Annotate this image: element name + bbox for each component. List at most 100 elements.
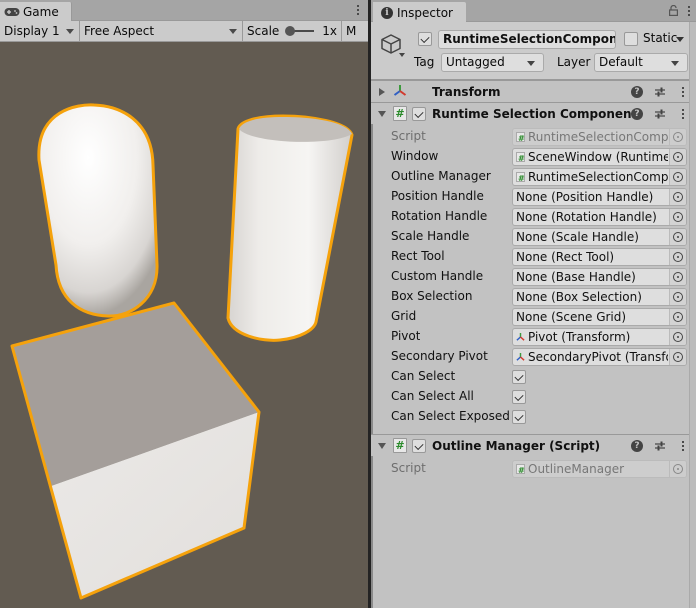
object-picker-icon[interactable] bbox=[669, 209, 686, 225]
help-icon[interactable]: ? bbox=[631, 108, 643, 120]
capsule-object[interactable] bbox=[37, 103, 159, 318]
field-value: None (Base Handle) bbox=[516, 270, 636, 284]
position-handle-object-field[interactable]: None (Position Handle) bbox=[512, 188, 687, 206]
property-label: Scale Handle bbox=[391, 229, 470, 243]
component-header-outline-manager[interactable]: # Outline Manager (Script) ? bbox=[371, 434, 696, 456]
can-select-all-checkbox[interactable] bbox=[512, 390, 526, 404]
presets-icon[interactable] bbox=[654, 108, 666, 120]
cylinder-object[interactable] bbox=[226, 114, 354, 342]
property-label: Script bbox=[391, 129, 426, 143]
object-picker-icon[interactable] bbox=[669, 269, 686, 285]
static-dropdown-arrow-icon[interactable] bbox=[676, 37, 684, 42]
chevron-down-icon bbox=[527, 61, 535, 66]
component-menu-icon[interactable] bbox=[679, 86, 687, 98]
cube-object[interactable] bbox=[10, 301, 261, 600]
chevron-down-icon bbox=[229, 29, 237, 34]
property-row-outline-manager: Outline Manager RuntimeSelectionComponen… bbox=[371, 167, 696, 187]
tag-dropdown[interactable]: Untagged bbox=[441, 53, 544, 72]
component-title: Outline Manager (Script) bbox=[432, 438, 601, 453]
game-tabbar: Game bbox=[0, 0, 368, 22]
presets-icon[interactable] bbox=[654, 86, 666, 98]
object-picker-icon[interactable] bbox=[669, 229, 686, 245]
static-label: Static bbox=[643, 31, 678, 45]
foldout-expanded-icon[interactable] bbox=[378, 111, 386, 117]
field-value: None (Box Selection) bbox=[516, 290, 642, 304]
field-value: None (Rect Tool) bbox=[516, 250, 615, 264]
component-header-runtime-selection[interactable]: # Runtime Selection Component (Script) ? bbox=[371, 102, 696, 124]
box-selection-object-field[interactable]: None (Box Selection) bbox=[512, 288, 687, 306]
grid-object-field[interactable]: None (Scene Grid) bbox=[512, 308, 687, 326]
property-row-grid: Grid None (Scene Grid) bbox=[371, 307, 696, 327]
component-title: Runtime Selection Component (Script) bbox=[432, 106, 632, 121]
transform-icon bbox=[516, 352, 525, 361]
object-picker-icon[interactable] bbox=[669, 349, 686, 365]
inspector-body: RuntimeSelectionComponent Static Tag Unt… bbox=[371, 22, 696, 608]
aspect-dropdown-label: Free Aspect bbox=[84, 24, 155, 38]
lock-icon[interactable] bbox=[669, 5, 678, 16]
scale-value: 1x bbox=[322, 24, 337, 38]
maximize-on-play-label: M bbox=[346, 24, 357, 38]
property-row-script: Script RuntimeSelectionComponent bbox=[371, 127, 696, 147]
object-picker-icon[interactable] bbox=[669, 189, 686, 205]
display-dropdown[interactable]: Display 1 bbox=[0, 21, 80, 41]
component-menu-icon[interactable] bbox=[679, 440, 687, 452]
custom-handle-object-field[interactable]: None (Base Handle) bbox=[512, 268, 687, 286]
object-picker-icon[interactable] bbox=[669, 149, 686, 165]
can-select-exposed-checkbox[interactable] bbox=[512, 410, 526, 424]
component-enabled-checkbox[interactable] bbox=[412, 439, 426, 453]
object-picker-icon bbox=[669, 461, 686, 477]
scale-control: Scale 1x bbox=[243, 21, 342, 41]
property-row-pivot: Pivot Pivot (Transform) bbox=[371, 327, 696, 347]
script-file-icon bbox=[516, 131, 525, 145]
gameobject-active-checkbox[interactable] bbox=[418, 32, 432, 46]
component-menu-icon[interactable] bbox=[679, 108, 687, 120]
presets-icon[interactable] bbox=[654, 440, 666, 452]
property-row-can-select: Can Select bbox=[371, 367, 696, 387]
outline-manager-object-field[interactable]: RuntimeSelectionComponent bbox=[512, 168, 687, 186]
window-object-field[interactable]: SceneWindow (Runtime Window) bbox=[512, 148, 687, 166]
property-label: Custom Handle bbox=[391, 269, 484, 283]
property-row-rect-tool: Rect Tool None (Rect Tool) bbox=[371, 247, 696, 267]
pivot-object-field[interactable]: Pivot (Transform) bbox=[512, 328, 687, 346]
property-label: Position Handle bbox=[391, 189, 484, 203]
inspector-scrollbar[interactable] bbox=[689, 22, 696, 608]
field-value: OutlineManager bbox=[528, 462, 625, 476]
game-panel-menu-icon[interactable] bbox=[354, 4, 362, 16]
can-select-checkbox[interactable] bbox=[512, 370, 526, 384]
property-label: Box Selection bbox=[391, 289, 473, 303]
tab-inspector[interactable]: i Inspector bbox=[373, 2, 466, 23]
icon-dropdown-arrow-icon[interactable] bbox=[399, 53, 405, 57]
rect-tool-object-field[interactable]: None (Rect Tool) bbox=[512, 248, 687, 266]
gameobject-name-field[interactable]: RuntimeSelectionComponent bbox=[438, 30, 616, 49]
help-icon[interactable]: ? bbox=[631, 86, 643, 98]
object-picker-icon[interactable] bbox=[669, 329, 686, 345]
object-picker-icon[interactable] bbox=[669, 289, 686, 305]
static-checkbox[interactable] bbox=[624, 32, 638, 46]
field-value: None (Position Handle) bbox=[516, 190, 654, 204]
component-header-transform[interactable]: Transform ? bbox=[371, 80, 696, 102]
aspect-dropdown[interactable]: Free Aspect bbox=[80, 21, 243, 41]
maximize-on-play-button[interactable]: M bbox=[342, 21, 360, 41]
layer-dropdown[interactable]: Default bbox=[594, 53, 688, 72]
script-icon: # bbox=[393, 438, 407, 453]
object-picker-icon[interactable] bbox=[669, 169, 686, 185]
foldout-collapsed-icon[interactable] bbox=[379, 88, 385, 96]
rotation-handle-object-field[interactable]: None (Rotation Handle) bbox=[512, 208, 687, 226]
foldout-expanded-icon[interactable] bbox=[378, 443, 386, 449]
scale-slider-knob[interactable] bbox=[285, 26, 296, 36]
transform-icon bbox=[516, 332, 525, 341]
scale-handle-object-field[interactable]: None (Scale Handle) bbox=[512, 228, 687, 246]
property-label: Window bbox=[391, 149, 439, 163]
game-panel: Game Display 1 Free Aspect Scale 1x M bbox=[0, 0, 368, 608]
scale-slider[interactable] bbox=[285, 26, 315, 36]
inspector-panel: i Inspector RuntimeSelectionComponent St… bbox=[371, 0, 696, 608]
game-viewport[interactable] bbox=[0, 42, 368, 608]
component-enabled-checkbox[interactable] bbox=[412, 107, 426, 121]
object-picker-icon[interactable] bbox=[669, 249, 686, 265]
object-picker-icon[interactable] bbox=[669, 309, 686, 325]
secondary-pivot-object-field[interactable]: SecondaryPivot (Transform) bbox=[512, 348, 687, 366]
inspector-menu-icon[interactable] bbox=[685, 5, 693, 17]
property-label: Can Select All bbox=[391, 389, 474, 403]
tab-game[interactable]: Game bbox=[0, 2, 72, 22]
help-icon[interactable]: ? bbox=[631, 440, 643, 452]
